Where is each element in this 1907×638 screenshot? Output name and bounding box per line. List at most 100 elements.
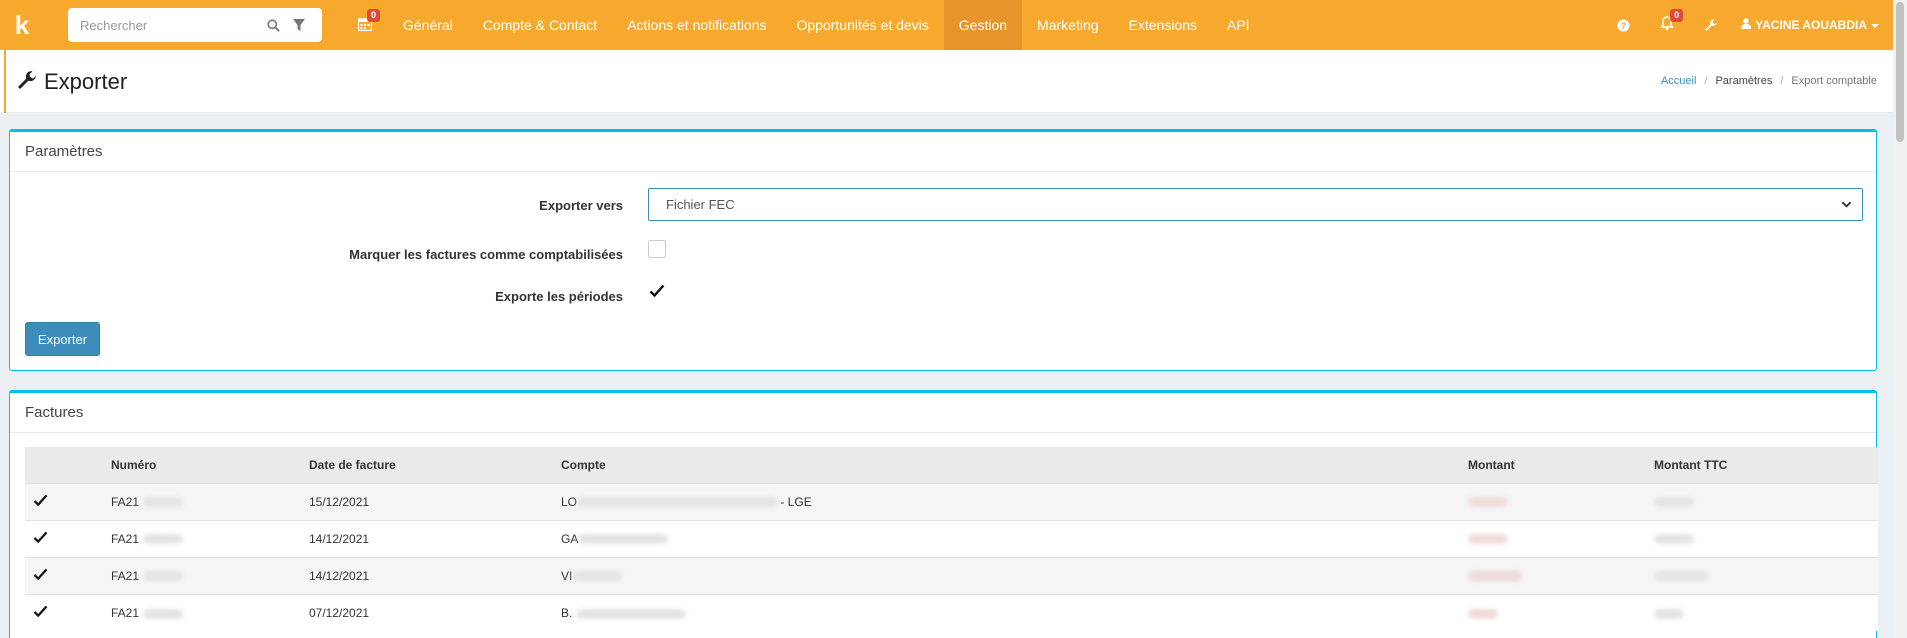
nav-api[interactable]: API	[1212, 0, 1265, 50]
invoice-number[interactable]: FA21	[111, 532, 139, 546]
settings-wrench-icon[interactable]	[1689, 0, 1733, 50]
table-row: FA21 15/12/2021 LO - LGE	[25, 483, 1878, 520]
calendar-button[interactable]: 0	[348, 0, 382, 50]
nav-marketing[interactable]: Marketing	[1022, 0, 1113, 50]
nav-general[interactable]: Général	[388, 0, 468, 50]
row-checkbox[interactable]	[33, 604, 48, 619]
wrench-icon	[16, 69, 38, 94]
content-header: Exporter Accueil / Paramètres / Export c…	[0, 50, 1893, 113]
page-title: Exporter	[44, 68, 128, 94]
redacted-amount	[1468, 497, 1508, 508]
breadcrumb-separator: /	[1780, 75, 1784, 87]
breadcrumb-separator: /	[1704, 75, 1708, 87]
redacted	[143, 534, 184, 545]
breadcrumb: Accueil / Paramètres / Export comptable	[1661, 75, 1877, 87]
search-icon[interactable]	[260, 18, 286, 32]
invoice-number[interactable]: FA21	[111, 495, 139, 509]
calendar-badge: 0	[366, 9, 380, 22]
redacted	[576, 608, 687, 619]
col-montant-ttc[interactable]: Montant TTC	[1654, 447, 1878, 483]
mark-invoices-label: Marquer les factures comme comptabilisée…	[349, 247, 623, 262]
col-date[interactable]: Date de facture	[309, 447, 561, 483]
table-row: FA21 14/12/2021 VI	[25, 557, 1878, 594]
row-checkbox[interactable]	[33, 530, 48, 545]
col-montant[interactable]: Montant	[1468, 447, 1654, 483]
checkmark-icon	[33, 568, 48, 581]
row-checkbox[interactable]	[33, 493, 48, 508]
redacted-amount-ttc	[1654, 608, 1684, 619]
breadcrumb-current: Export comptable	[1791, 75, 1877, 87]
search-box	[68, 8, 322, 42]
table-row: FA21 07/12/2021 B.	[25, 594, 1878, 631]
nav-actions-notifications[interactable]: Actions et notifications	[612, 0, 781, 50]
export-button[interactable]: Exporter	[25, 322, 100, 356]
invoice-number[interactable]: FA21	[111, 569, 139, 583]
col-numero[interactable]: Numéro	[111, 447, 309, 483]
export-to-value: Fichier FEC	[666, 197, 735, 212]
chevron-down-icon	[1841, 198, 1852, 213]
col-select	[25, 447, 111, 483]
mark-invoices-checkbox[interactable]	[648, 240, 666, 258]
breadcrumb-section: Paramètres	[1715, 75, 1773, 87]
search-input[interactable]	[80, 17, 260, 33]
help-icon[interactable]: ?	[1601, 0, 1645, 50]
params-box-title: Paramètres	[10, 132, 1876, 172]
table-row: FA21 14/12/2021 GA	[25, 520, 1878, 557]
scrollbar-thumb[interactable]	[1896, 2, 1904, 142]
checkmark-icon	[33, 605, 48, 618]
logo-letter: k	[14, 9, 30, 40]
page-scrollbar[interactable]	[1893, 0, 1907, 638]
redacted	[578, 534, 669, 545]
redacted	[143, 497, 184, 508]
main-menu: Général Compte & Contact Actions et noti…	[388, 0, 1265, 50]
breadcrumb-home[interactable]: Accueil	[1661, 75, 1696, 87]
nav-extensions[interactable]: Extensions	[1114, 0, 1212, 50]
redacted-amount-ttc	[1654, 497, 1694, 508]
row-checkbox[interactable]	[33, 567, 48, 582]
redacted-amount-ttc	[1654, 534, 1694, 545]
invoice-number[interactable]: FA21	[111, 606, 139, 620]
redacted	[577, 497, 778, 508]
account-name[interactable]: B.	[561, 606, 572, 620]
account-name[interactable]: VI	[561, 569, 572, 583]
redacted-amount	[1468, 534, 1508, 545]
checkmark-icon	[33, 494, 48, 507]
account-suffix: - LGE	[777, 494, 812, 509]
user-icon	[1741, 18, 1752, 32]
account-name[interactable]: LO	[561, 495, 577, 509]
filter-icon[interactable]	[286, 18, 312, 32]
redacted	[572, 571, 623, 582]
user-name: YACINE AOUABDIA	[1755, 18, 1867, 32]
nav-opportunites-devis[interactable]: Opportunités et devis	[782, 0, 944, 50]
nav-compte-contact[interactable]: Compte & Contact	[468, 0, 612, 50]
redacted	[143, 608, 184, 619]
export-to-label: Exporter vers	[539, 198, 623, 213]
navbar-right: ? 0 YACINE AOUABDIA	[1601, 0, 1893, 50]
checkmark-icon	[649, 284, 665, 298]
invoices-box-title: Factures	[10, 393, 1876, 433]
svg-text:?: ?	[1620, 20, 1626, 30]
export-to-select[interactable]: Fichier FEC	[648, 188, 1863, 221]
checkmark-icon	[33, 531, 48, 544]
account-name[interactable]: GA	[561, 532, 578, 546]
export-periods-label: Exporte les périodes	[495, 289, 623, 304]
app-logo[interactable]: k	[0, 0, 44, 50]
invoice-date: 07/12/2021	[309, 605, 370, 620]
invoice-date: 15/12/2021	[309, 494, 370, 509]
caret-down-icon	[1871, 18, 1879, 32]
redacted-amount-ttc	[1654, 571, 1709, 582]
invoice-date: 14/12/2021	[309, 568, 370, 583]
user-menu[interactable]: YACINE AOUABDIA	[1733, 0, 1893, 50]
params-box: Paramètres Exporter vers Fichier FEC Mar…	[9, 129, 1877, 371]
nav-gestion[interactable]: Gestion	[943, 0, 1023, 50]
redacted	[143, 571, 184, 582]
top-navbar: k 0 Général Compte & Contact Actions et …	[0, 0, 1893, 50]
redacted-amount	[1468, 571, 1523, 582]
invoices-table: Numéro Date de facture Compte Montant Mo…	[25, 447, 1878, 631]
export-periods-checkbox[interactable]	[648, 282, 666, 300]
table-header-row: Numéro Date de facture Compte Montant Mo…	[25, 447, 1878, 483]
col-compte[interactable]: Compte	[561, 447, 1468, 483]
invoice-date: 14/12/2021	[309, 531, 370, 546]
notifications-badge: 0	[1670, 9, 1684, 22]
notifications-button[interactable]: 0	[1645, 0, 1689, 50]
